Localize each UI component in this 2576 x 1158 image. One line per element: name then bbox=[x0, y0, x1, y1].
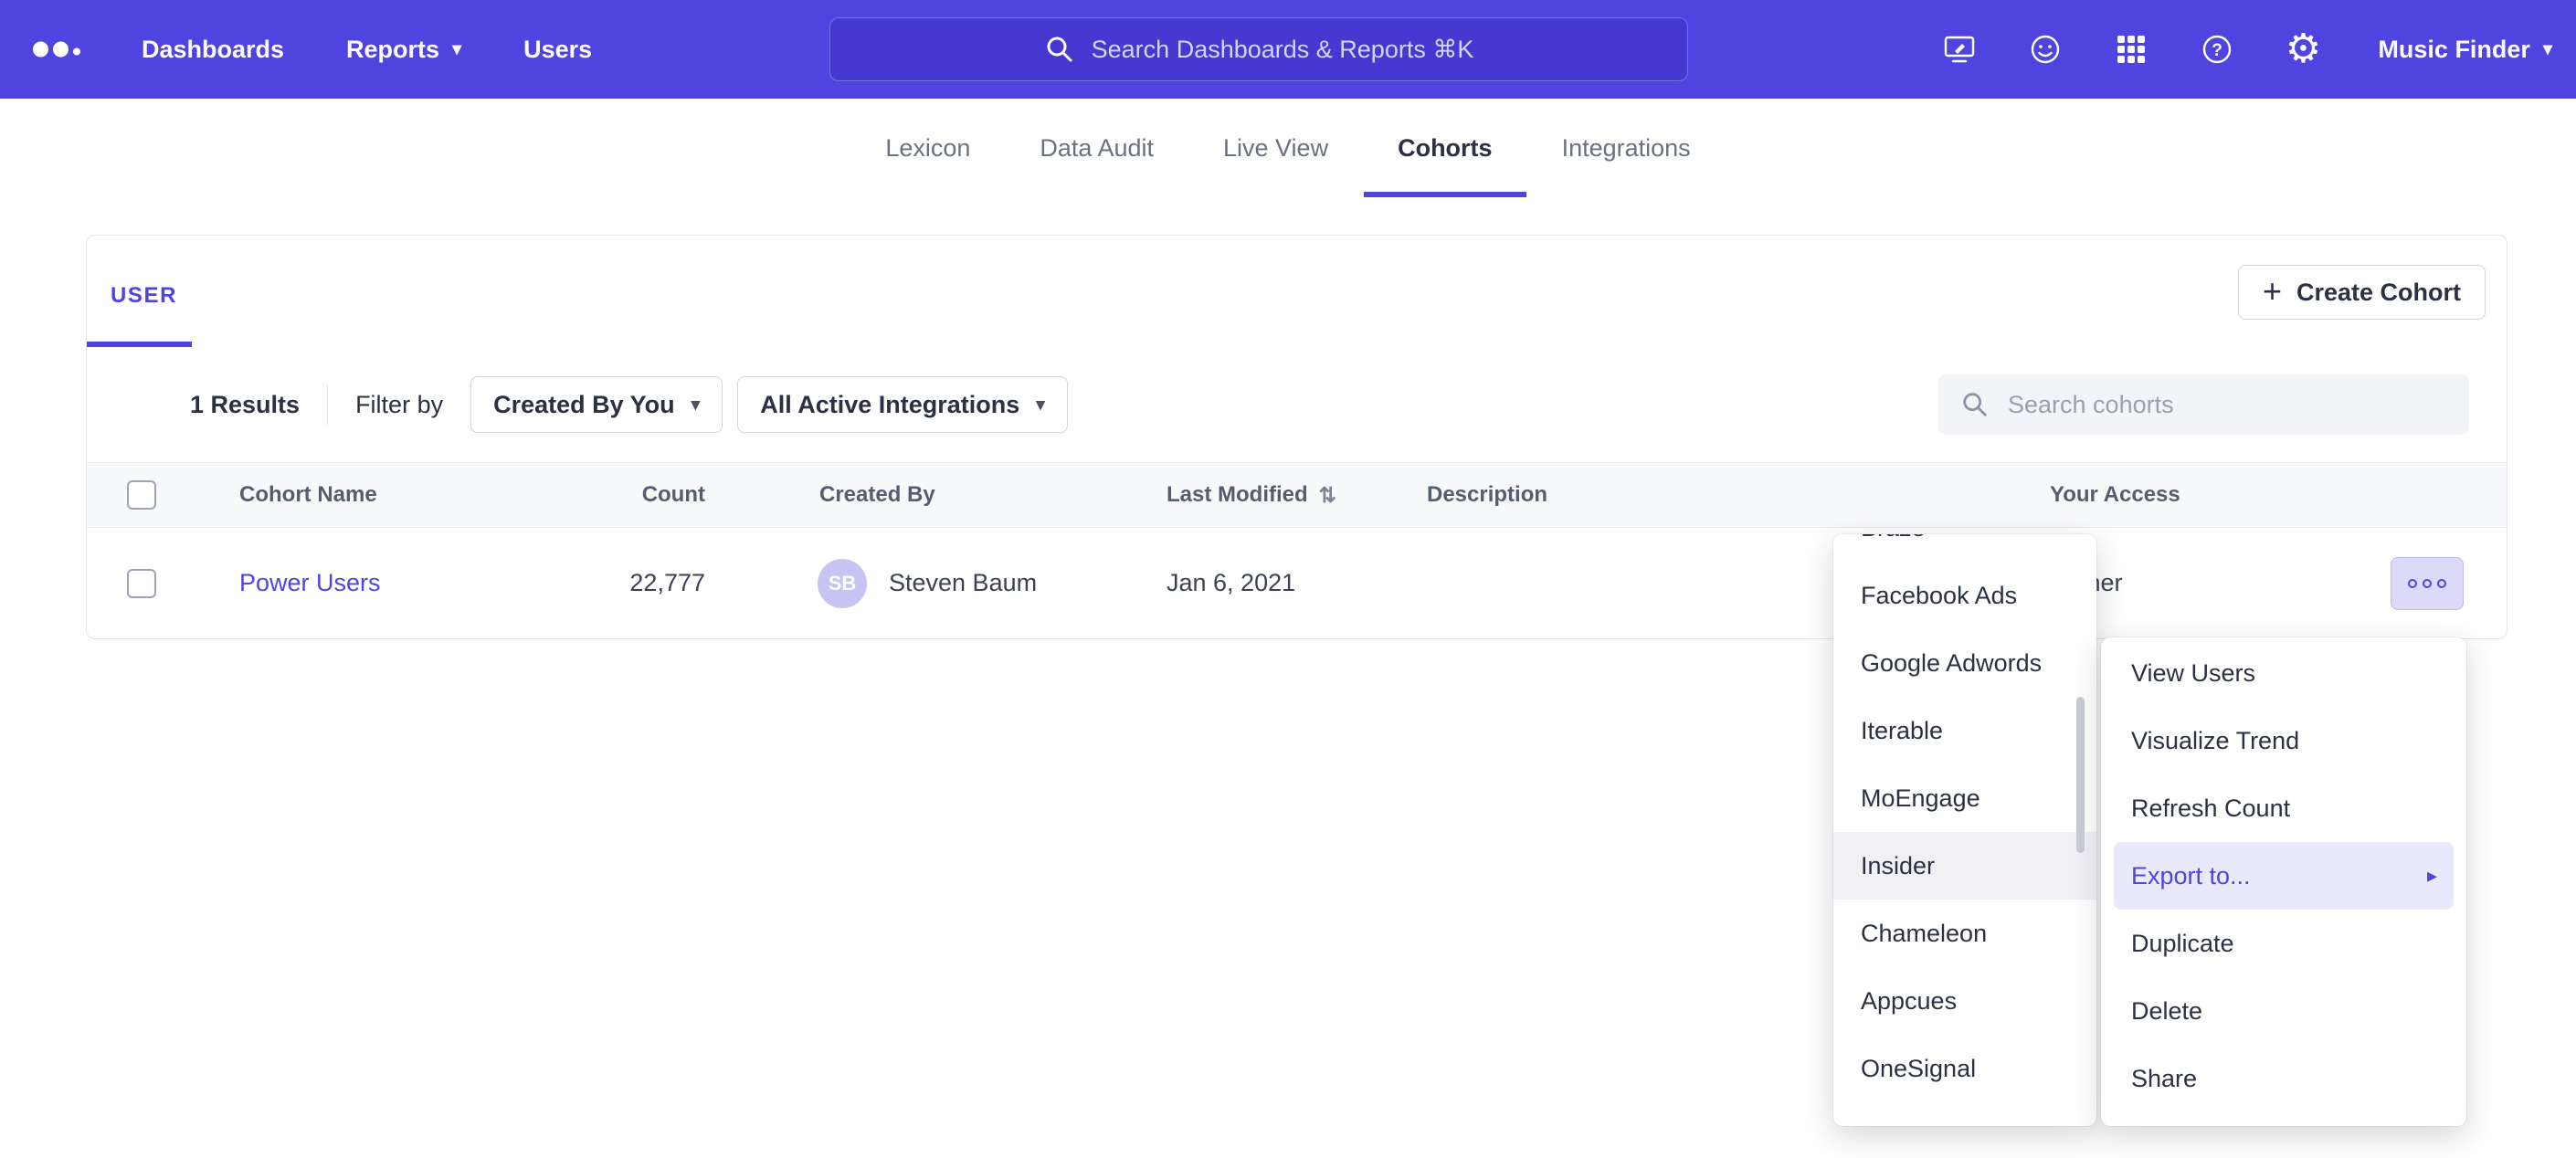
primary-nav: Dashboards Reports ▾ Users bbox=[142, 0, 592, 99]
svg-text:?: ? bbox=[2212, 41, 2223, 60]
tab-live-view[interactable]: Live View bbox=[1223, 99, 1328, 197]
panel-header: USER + Create Cohort bbox=[87, 236, 2507, 347]
filter-toolbar: 1 Results Filter by Created By You ▾ All… bbox=[87, 347, 2507, 462]
dot-icon bbox=[2423, 579, 2432, 588]
dot-icon bbox=[2408, 579, 2417, 588]
tab-cohorts[interactable]: Cohorts bbox=[1398, 99, 1493, 197]
column-count: Count bbox=[525, 463, 705, 527]
app-logo[interactable] bbox=[33, 42, 80, 58]
created-by-filter[interactable]: Created By You ▾ bbox=[470, 376, 723, 433]
results-count: 1 Results bbox=[190, 391, 300, 419]
tab-lexicon[interactable]: Lexicon bbox=[885, 99, 970, 197]
column-your-access: Your Access bbox=[2050, 463, 2180, 527]
integrations-filter[interactable]: All Active Integrations ▾ bbox=[737, 376, 1068, 433]
settings-gear-icon[interactable]: ⚙ bbox=[2283, 29, 2323, 69]
feedback-smiley-icon[interactable] bbox=[2025, 29, 2065, 69]
submenu-item-chameleon[interactable]: Chameleon bbox=[1833, 900, 2096, 967]
cohorts-panel: USER + Create Cohort 1 Results Filter by… bbox=[86, 235, 2507, 639]
create-cohort-button[interactable]: + Create Cohort bbox=[2238, 265, 2486, 320]
project-switcher[interactable]: Music Finder ▾ bbox=[2378, 36, 2552, 64]
global-search[interactable]: Search Dashboards & Reports ⌘K bbox=[829, 17, 1688, 81]
logo-dot-icon bbox=[33, 42, 48, 58]
top-navbar: Dashboards Reports ▾ Users Search Dashbo… bbox=[0, 0, 2576, 99]
row-actions-button[interactable] bbox=[2391, 557, 2464, 610]
menu-item-refresh-count[interactable]: Refresh Count bbox=[2101, 774, 2466, 842]
chevron-down-icon: ▾ bbox=[692, 396, 701, 414]
nav-users[interactable]: Users bbox=[523, 36, 592, 64]
submenu-item-onesignal[interactable]: OneSignal bbox=[1833, 1035, 2096, 1102]
submenu-item-google-adwords[interactable]: Google Adwords bbox=[1833, 629, 2096, 697]
table-header: Cohort Name Count Created By Last Modifi… bbox=[87, 462, 2507, 528]
section-tabs: Lexicon Data Audit Live View Cohorts Int… bbox=[0, 99, 2576, 197]
submenu-item-iterable[interactable]: Iterable bbox=[1833, 697, 2096, 764]
submenu-item-insider[interactable]: Insider bbox=[1833, 832, 2096, 900]
menu-item-visualize-trend[interactable]: Visualize Trend bbox=[2101, 707, 2466, 774]
logo-dot-icon bbox=[73, 48, 80, 56]
apps-grid-icon[interactable] bbox=[2111, 29, 2151, 69]
cohort-name-link[interactable]: Power Users bbox=[239, 569, 381, 597]
integrations-filter-label: All Active Integrations bbox=[760, 391, 1019, 419]
create-cohort-label: Create Cohort bbox=[2296, 279, 2461, 307]
project-name: Music Finder bbox=[2378, 36, 2530, 64]
last-modified-value: Jan 6, 2021 bbox=[1167, 528, 1295, 638]
submenu-scrollbar[interactable] bbox=[2076, 697, 2085, 853]
logo-dot-icon bbox=[53, 42, 69, 58]
tab-integrations[interactable]: Integrations bbox=[1562, 99, 1691, 197]
table-row: Power Users 22,777 SB Steven Baum Jan 6,… bbox=[87, 528, 2507, 638]
cohort-search bbox=[1938, 374, 2469, 435]
chevron-down-icon: ▾ bbox=[1036, 396, 1045, 414]
menu-item-delete[interactable]: Delete bbox=[2101, 977, 2466, 1045]
nav-dashboards[interactable]: Dashboards bbox=[142, 36, 284, 64]
tab-user[interactable]: USER bbox=[111, 283, 177, 309]
menu-item-export-to[interactable]: Export to... ▸ bbox=[2114, 842, 2454, 910]
export-destinations-submenu: Braze Facebook Ads Google Adwords Iterab… bbox=[1833, 534, 2096, 1126]
menu-item-share[interactable]: Share bbox=[2101, 1045, 2466, 1112]
search-icon bbox=[1960, 390, 1990, 419]
submenu-arrow-icon: ▸ bbox=[2427, 866, 2437, 886]
menu-item-export-to-label: Export to... bbox=[2131, 862, 2251, 890]
submenu-item-braze[interactable]: Braze bbox=[1833, 534, 2096, 562]
row-context-menu: View Users Visualize Trend Refresh Count… bbox=[2101, 637, 2466, 1126]
monitor-edit-icon[interactable] bbox=[1939, 29, 1980, 69]
sort-icon[interactable]: ⇅ bbox=[1319, 483, 1336, 508]
cohort-search-input[interactable] bbox=[1938, 374, 2469, 435]
submenu-item-facebook-ads[interactable]: Facebook Ads bbox=[1833, 562, 2096, 629]
row-checkbox[interactable] bbox=[127, 569, 156, 598]
column-description: Description bbox=[1427, 463, 1547, 527]
avatar: SB bbox=[818, 559, 867, 608]
global-search-placeholder: Search Dashboards & Reports ⌘K bbox=[1092, 36, 1474, 64]
divider bbox=[327, 384, 328, 425]
help-icon[interactable]: ? bbox=[2197, 29, 2237, 69]
cohort-count: 22,777 bbox=[525, 528, 705, 638]
chevron-down-icon: ▾ bbox=[2543, 40, 2552, 58]
nav-reports[interactable]: Reports ▾ bbox=[346, 36, 461, 64]
nav-reports-label: Reports bbox=[346, 36, 439, 64]
export-destinations-list: Braze Facebook Ads Google Adwords Iterab… bbox=[1833, 534, 2096, 1102]
tab-data-audit[interactable]: Data Audit bbox=[1040, 99, 1154, 197]
search-icon bbox=[1044, 34, 1075, 65]
filter-by-label: Filter by bbox=[355, 391, 443, 419]
column-last-modified[interactable]: Last Modified ⇅ bbox=[1167, 463, 1336, 527]
menu-item-view-users[interactable]: View Users bbox=[2101, 639, 2466, 707]
column-created-by: Created By bbox=[819, 463, 935, 527]
chevron-down-icon: ▾ bbox=[452, 40, 461, 58]
dot-icon bbox=[2437, 579, 2446, 588]
column-last-modified-label: Last Modified bbox=[1167, 482, 1308, 508]
created-by-filter-label: Created By You bbox=[493, 391, 675, 419]
navbar-actions: ? ⚙ Music Finder ▾ bbox=[1939, 0, 2552, 99]
submenu-item-moengage[interactable]: MoEngage bbox=[1833, 764, 2096, 832]
menu-item-duplicate[interactable]: Duplicate bbox=[2101, 910, 2466, 977]
plus-icon: + bbox=[2263, 275, 2282, 308]
column-cohort-name: Cohort Name bbox=[239, 463, 377, 527]
select-all-checkbox[interactable] bbox=[127, 480, 156, 510]
created-by-value: Steven Baum bbox=[889, 528, 1037, 638]
submenu-item-appcues[interactable]: Appcues bbox=[1833, 967, 2096, 1035]
